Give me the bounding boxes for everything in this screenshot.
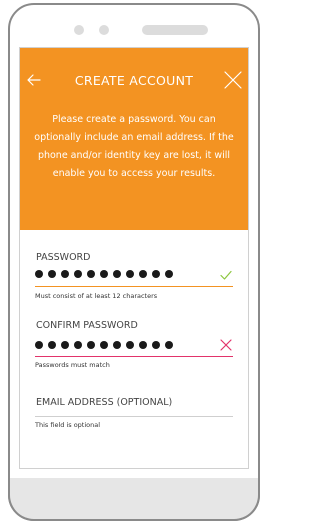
masked-char-dot xyxy=(139,270,147,278)
password-label: PASSWORD xyxy=(36,252,91,263)
masked-char-dot xyxy=(152,341,160,349)
masked-char-dot xyxy=(100,270,108,278)
page-description: Please create a password. You can option… xyxy=(34,114,234,179)
arrow-left-icon[interactable] xyxy=(26,72,42,88)
masked-char-dot xyxy=(165,270,173,278)
password-helper: Must consist of at least 12 characters xyxy=(35,292,158,300)
email-field[interactable] xyxy=(35,400,215,416)
password-field[interactable] xyxy=(35,267,215,281)
masked-char-dot xyxy=(35,270,43,278)
confirm-password-helper: Passwords must match xyxy=(35,361,110,369)
email-underline xyxy=(35,416,233,417)
masked-char-dot xyxy=(48,270,56,278)
masked-char-dot xyxy=(35,341,43,349)
masked-char-dot xyxy=(165,341,173,349)
masked-char-dot xyxy=(100,341,108,349)
masked-char-dot xyxy=(113,270,121,278)
masked-char-dot xyxy=(61,341,69,349)
email-helper: This field is optional xyxy=(35,421,101,429)
phone-sensor-dot xyxy=(99,25,109,35)
password-underline xyxy=(35,286,233,287)
header-panel: CREATE ACCOUNT Please create a password.… xyxy=(20,48,248,230)
masked-char-dot xyxy=(87,341,95,349)
page-title: CREATE ACCOUNT xyxy=(74,73,194,88)
confirm-password-label: CONFIRM PASSWORD xyxy=(36,320,138,331)
confirm-password-underline xyxy=(35,356,233,357)
confirm-password-field[interactable] xyxy=(35,338,215,352)
close-icon[interactable] xyxy=(223,70,243,90)
phone-speaker xyxy=(142,25,208,35)
cross-icon xyxy=(220,339,232,351)
phone-camera-dot xyxy=(74,25,84,35)
masked-char-dot xyxy=(87,270,95,278)
checkmark-icon xyxy=(220,270,232,280)
masked-char-dot xyxy=(139,341,147,349)
masked-char-dot xyxy=(152,270,160,278)
masked-char-dot xyxy=(113,341,121,349)
masked-char-dot xyxy=(126,341,134,349)
app-screen: CREATE ACCOUNT Please create a password.… xyxy=(19,47,249,469)
masked-char-dot xyxy=(74,270,82,278)
phone-chin xyxy=(8,478,260,521)
masked-char-dot xyxy=(48,341,56,349)
masked-char-dot xyxy=(61,270,69,278)
masked-char-dot xyxy=(126,270,134,278)
masked-char-dot xyxy=(74,341,82,349)
